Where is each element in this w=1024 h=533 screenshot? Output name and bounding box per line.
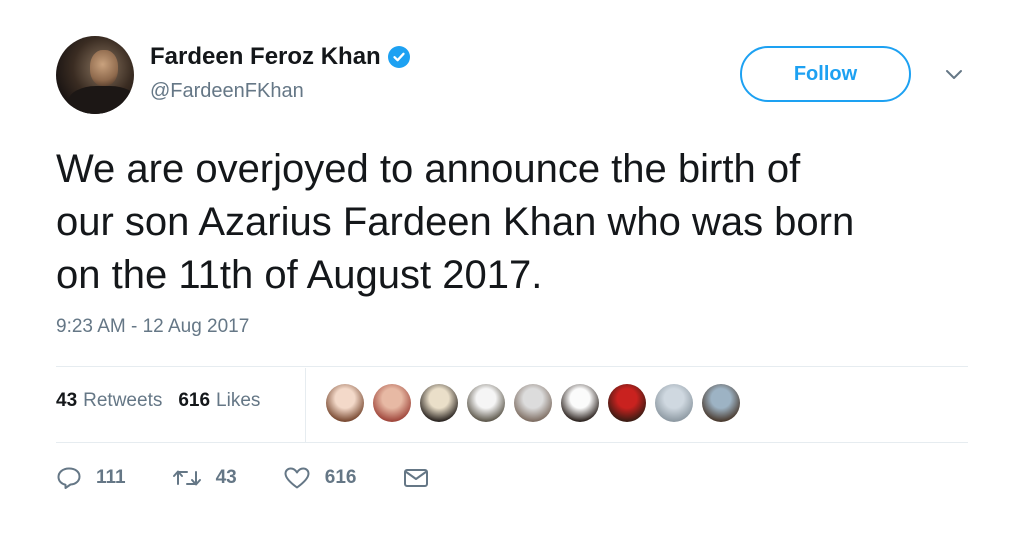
retweet-action[interactable]: 43 xyxy=(172,466,237,490)
retweet-count: 43 xyxy=(215,467,237,488)
verified-badge-icon xyxy=(387,46,410,68)
tweet-stats: 43 Retweets 616 Likes xyxy=(56,390,276,412)
liker-avatar-7[interactable] xyxy=(608,384,646,422)
heart-icon xyxy=(284,467,310,489)
liker-avatar-3[interactable] xyxy=(420,384,458,422)
tweet-text: We are overjoyed to announce the birth o… xyxy=(56,143,956,302)
liker-avatar-2[interactable] xyxy=(373,384,411,422)
retweets-stat[interactable]: 43 Retweets xyxy=(56,390,162,412)
user-handle[interactable]: @FardeenFKhan xyxy=(150,80,304,103)
like-count: 616 xyxy=(324,467,357,488)
liker-avatar-5[interactable] xyxy=(514,384,552,422)
reply-icon xyxy=(57,467,81,489)
liker-avatar-4[interactable] xyxy=(467,384,505,422)
tweet-text-line: our son Azarius Fardeen Khan who was bor… xyxy=(56,200,855,244)
avatar-shoulders xyxy=(68,86,134,114)
display-name[interactable]: Fardeen Feroz Khan xyxy=(150,43,381,71)
tweet-text-line: on the 11th of August 2017. xyxy=(56,253,543,297)
reply-count: 111 xyxy=(96,467,126,488)
envelope-icon xyxy=(404,469,429,487)
liker-avatar-8[interactable] xyxy=(655,384,693,422)
tweet-actions: 111 43 616 xyxy=(56,466,490,490)
chevron-down-icon[interactable] xyxy=(943,66,965,84)
divider xyxy=(56,366,968,367)
tweet-card: Fardeen Feroz Khan @FardeenFKhan Follow … xyxy=(0,0,1024,533)
likes-count: 616 xyxy=(178,390,211,411)
liker-avatars xyxy=(326,384,749,422)
retweets-count: 43 xyxy=(56,390,78,411)
retweets-label: Retweets xyxy=(83,390,163,411)
liker-avatar-6[interactable] xyxy=(561,384,599,422)
like-action[interactable]: 616 xyxy=(283,466,357,490)
retweet-icon xyxy=(172,470,201,486)
likes-stat[interactable]: 616 Likes xyxy=(178,390,260,412)
avatar-face xyxy=(90,50,118,86)
liker-avatar-9[interactable] xyxy=(702,384,740,422)
follow-button[interactable]: Follow xyxy=(740,46,911,102)
direct-message-action[interactable] xyxy=(402,467,444,489)
tweet-text-line: We are overjoyed to announce the birth o… xyxy=(56,147,801,191)
user-name-row: Fardeen Feroz Khan xyxy=(150,43,410,71)
reply-action[interactable]: 111 xyxy=(56,466,126,490)
user-avatar[interactable] xyxy=(56,36,134,114)
tweet-timestamp[interactable]: 9:23 AM - 12 Aug 2017 xyxy=(56,316,249,338)
divider xyxy=(56,442,968,443)
liker-avatar-1[interactable] xyxy=(326,384,364,422)
likes-label: Likes xyxy=(216,390,261,411)
stats-separator xyxy=(305,368,306,442)
